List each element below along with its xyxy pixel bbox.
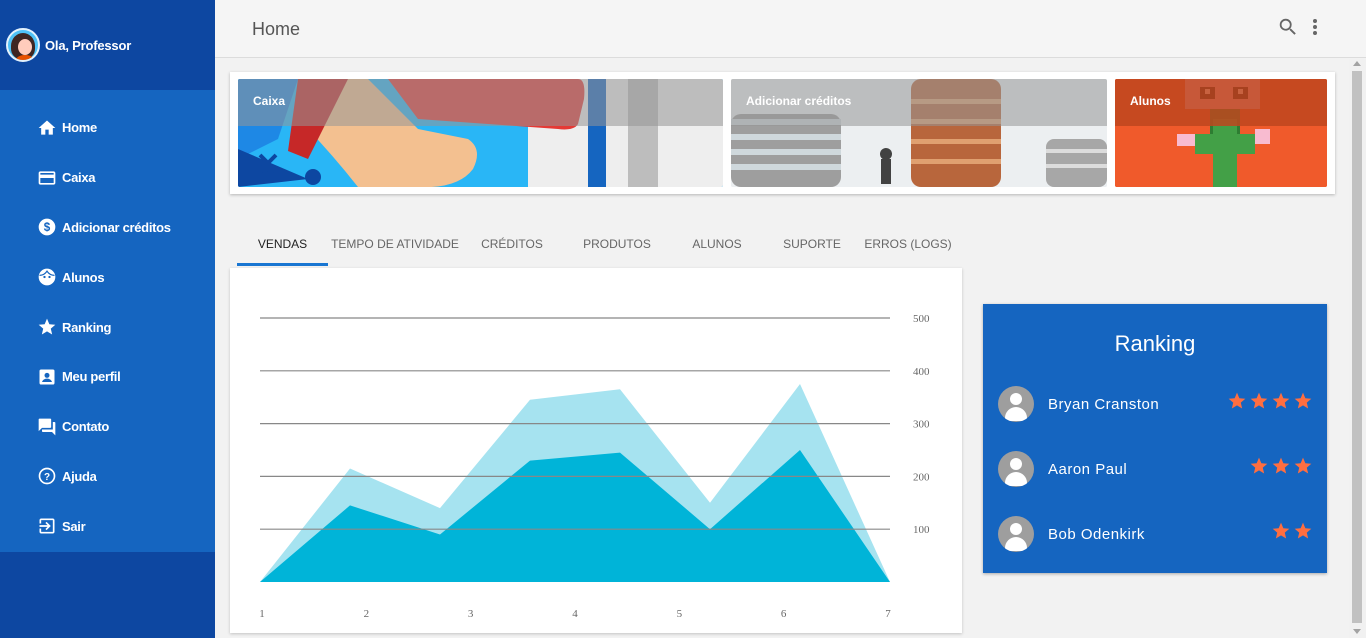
user-greeting: Ola, Professor	[45, 37, 132, 53]
scroll-down-arrow-icon[interactable]	[1353, 629, 1361, 634]
y-tick-label: 300	[913, 419, 930, 431]
banner-adicionar-creditos-label: Adicionar créditos	[746, 94, 852, 108]
ranking-row[interactable]: Aaron Paul	[998, 451, 1313, 487]
x-tick-label: 6	[781, 608, 787, 620]
sidebar-item-label: Contato	[62, 419, 109, 435]
ranking-name: Bryan Cranston	[1048, 396, 1160, 413]
tab-produtos[interactable]: PRODUTOS	[572, 230, 662, 266]
sidebar-item-contato[interactable]: Contato	[0, 402, 215, 452]
x-tick-label: 4	[572, 608, 578, 620]
credit-card-icon	[37, 168, 57, 188]
star-icon	[1272, 457, 1290, 474]
sidebar-item-sair[interactable]: Sair	[0, 501, 215, 551]
sidebar-item-label: Caixa	[62, 170, 96, 186]
tab-erros-logs[interactable]: ERROS (LOGS)	[862, 230, 954, 266]
face-icon	[37, 267, 57, 287]
banner-caixa-label: Caixa	[253, 94, 286, 108]
shortcut-banners: Caixa Adicionar créditos Alunos	[230, 72, 1335, 194]
tab-suporte[interactable]: SUPORTE	[767, 230, 857, 266]
scroll-thumb[interactable]	[1352, 71, 1362, 623]
svg-text:?: ?	[44, 472, 50, 483]
top-bar: Home	[215, 0, 1366, 58]
user-avatar-icon	[998, 516, 1034, 552]
page-scrollbar[interactable]	[1349, 59, 1366, 638]
sidebar-item-ranking[interactable]: Ranking	[0, 302, 215, 352]
area-series-2	[260, 450, 890, 582]
sidebar-nav: Home Caixa $ Adicionar créditos Alunos R…	[0, 90, 215, 552]
search-icon[interactable]	[1277, 16, 1299, 38]
more-vert-icon[interactable]	[1305, 16, 1325, 38]
x-tick-label: 1	[259, 608, 265, 620]
ranking-name: Aaron Paul	[1048, 461, 1128, 478]
y-tick-label: 200	[913, 471, 930, 483]
svg-text:$: $	[44, 222, 51, 235]
ranking-stars	[1249, 456, 1313, 480]
star-icon	[1294, 457, 1312, 474]
banner-adicionar-creditos[interactable]: Adicionar créditos	[731, 79, 1107, 187]
sidebar-item-label: Adicionar créditos	[62, 219, 171, 235]
tab-creditos[interactable]: CRÉDITOS	[467, 230, 557, 266]
tab-vendas[interactable]: VENDAS	[237, 230, 328, 266]
sidebar-item-meu-perfil[interactable]: Meu perfil	[0, 352, 215, 402]
banner-alunos-label: Alunos	[1130, 94, 1171, 108]
user-avatar-icon	[998, 386, 1034, 422]
sidebar: Ola, Professor Home Caixa $ Adicionar cr…	[0, 0, 215, 638]
help-icon: ?	[37, 466, 57, 486]
star-icon	[1228, 392, 1246, 409]
dollar-icon: $	[37, 217, 57, 237]
exit-icon	[37, 516, 57, 536]
scroll-up-arrow-icon[interactable]	[1353, 61, 1361, 66]
star-icon	[1272, 522, 1290, 539]
sidebar-item-label: Meu perfil	[62, 369, 121, 385]
sales-area-chart: 100 200 300 400 500 1 2 3 4 5 6 7	[259, 313, 930, 620]
home-icon	[37, 118, 57, 138]
sidebar-item-label: Home	[62, 120, 97, 136]
user-avatar-icon	[998, 451, 1034, 487]
x-tick-label: 3	[468, 608, 474, 620]
sidebar-item-label: Ajuda	[62, 468, 97, 484]
star-icon	[1250, 392, 1268, 409]
sidebar-item-home[interactable]: Home	[0, 103, 215, 153]
banner-alunos[interactable]: Alunos	[1115, 79, 1327, 187]
x-tick-label: 2	[364, 608, 370, 620]
ranking-stars	[1271, 521, 1313, 545]
active-tab-indicator	[237, 263, 328, 266]
avatar[interactable]	[6, 28, 40, 62]
ranking-row[interactable]: Bob Odenkirk	[998, 516, 1313, 552]
ranking-row[interactable]: Bryan Cranston	[998, 386, 1313, 422]
sidebar-item-adicionar-creditos[interactable]: $ Adicionar créditos	[0, 203, 215, 253]
ranking-title: Ranking	[1114, 331, 1196, 356]
sidebar-item-label: Sair	[62, 518, 86, 534]
star-icon	[1294, 522, 1312, 539]
star-icon	[1272, 392, 1290, 409]
sales-chart-card: 100 200 300 400 500 1 2 3 4 5 6 7	[230, 268, 962, 633]
forum-icon	[37, 417, 57, 437]
banner-caixa[interactable]: Caixa	[238, 79, 723, 187]
star-icon	[1294, 392, 1312, 409]
y-tick-label: 500	[913, 313, 930, 325]
tab-alunos[interactable]: ALUNOS	[672, 230, 762, 266]
star-icon	[37, 317, 57, 337]
sidebar-header: Ola, Professor	[0, 0, 215, 90]
sidebar-item-caixa[interactable]: Caixa	[0, 153, 215, 203]
sidebar-item-label: Ranking	[62, 319, 112, 335]
star-icon	[1250, 457, 1268, 474]
x-tick-label: 7	[885, 608, 891, 620]
page-title: Home	[252, 19, 301, 39]
ranking-card: Ranking Bryan Cranston Aaron Paul Bob Od…	[983, 304, 1327, 573]
x-tick-label: 5	[677, 608, 683, 620]
tab-tempo-de-atividade[interactable]: TEMPO DE ATIVIDADE	[328, 230, 462, 266]
sidebar-item-ajuda[interactable]: ? Ajuda	[0, 452, 215, 502]
ranking-stars	[1227, 391, 1313, 415]
account-box-icon	[37, 367, 57, 387]
y-tick-label: 100	[913, 524, 930, 536]
ranking-name: Bob Odenkirk	[1048, 526, 1145, 543]
sidebar-item-label: Alunos	[62, 269, 105, 285]
y-tick-label: 400	[913, 366, 930, 378]
sidebar-item-alunos[interactable]: Alunos	[0, 252, 215, 302]
